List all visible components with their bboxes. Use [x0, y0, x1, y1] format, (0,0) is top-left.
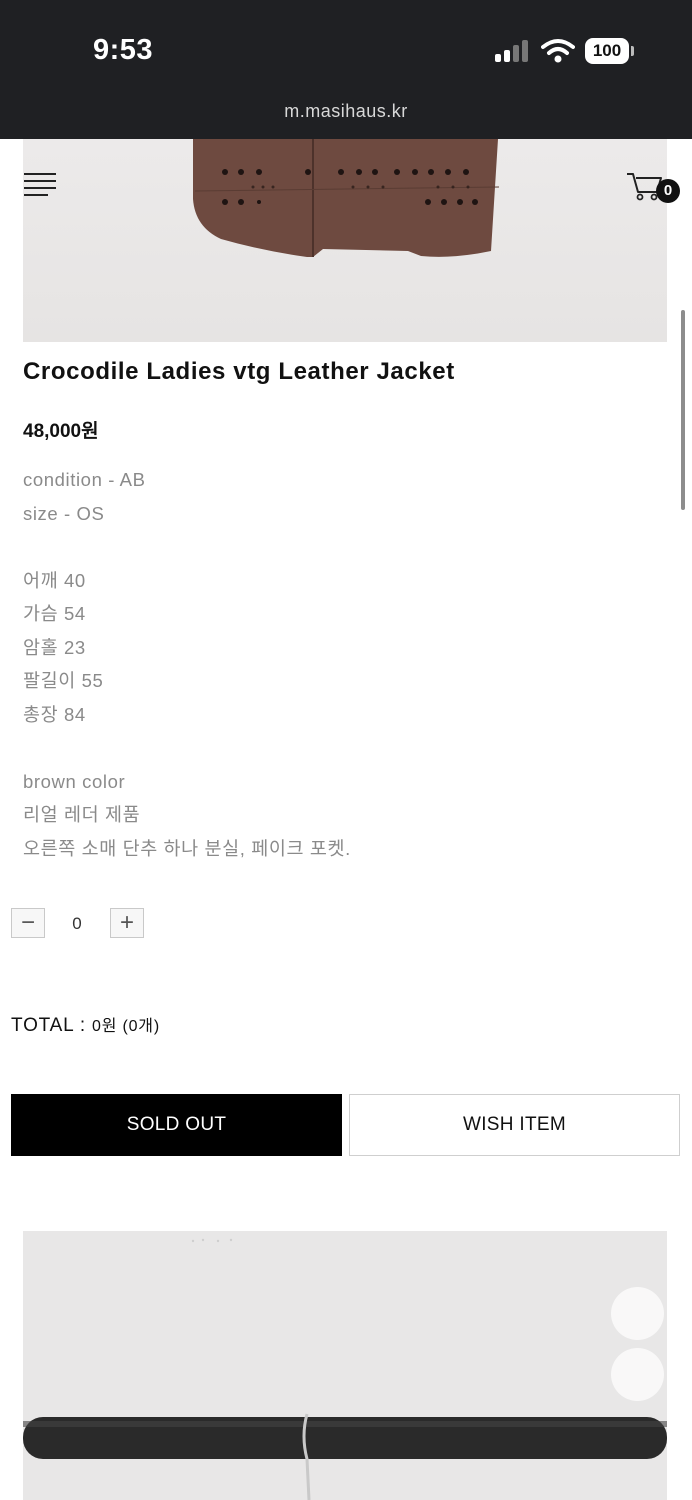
description-line: 팔길이 55 [23, 670, 104, 691]
quantity-minus-button[interactable]: − [11, 908, 45, 938]
order-total: TOTAL : 0원 (0개) [11, 1012, 160, 1037]
wifi-icon [541, 39, 575, 63]
description-line: condition - AB [23, 469, 146, 490]
description-line: size - OS [23, 502, 105, 524]
battery-tip [631, 46, 634, 56]
product-description: condition - AB size - OS 어깨 40 가슴 54 암홀 … [23, 466, 663, 868]
product-price: 48,000원 [23, 421, 99, 442]
total-amount: 0원 (0개) [92, 1018, 160, 1035]
product-title: Crocodile Ladies vtg Leather Jacket [23, 358, 455, 385]
description-line: 오른쪽 소매 단추 하나 분실, 페이크 포켓. [23, 837, 351, 859]
description-line [23, 533, 663, 567]
battery-icon: 100 [585, 38, 629, 64]
menu-hamburger-icon[interactable] [24, 171, 57, 199]
cellular-signal-icon [495, 40, 533, 62]
wish-item-button[interactable]: WISH ITEM [349, 1094, 680, 1156]
description-line: 가슴 54 [23, 603, 86, 624]
product-main-image [23, 139, 667, 342]
leather-jacket-image [193, 139, 500, 257]
scrollbar[interactable] [681, 310, 685, 510]
quantity-plus-button[interactable]: + [110, 908, 144, 938]
description-line: 총장 84 [23, 703, 86, 725]
cart-count-badge: 0 [656, 179, 680, 203]
product-detail-image [23, 1231, 667, 1500]
sold-out-button[interactable]: SOLD OUT [11, 1094, 342, 1156]
description-line: 어깨 40 [23, 569, 86, 591]
quantity-value[interactable]: 0 [66, 914, 88, 934]
browser-chrome: 9:53 100 m.masihaus.kr [0, 0, 692, 139]
floating-action-button[interactable] [611, 1348, 664, 1401]
address-bar[interactable]: m.masihaus.kr [0, 101, 692, 122]
status-time: 9:53 [93, 34, 154, 66]
total-label: TOTAL : [11, 1015, 93, 1036]
description-line: 암홀 23 [23, 636, 86, 658]
description-line: 리얼 레더 제품 [23, 804, 141, 825]
description-line [23, 734, 663, 768]
floating-action-button[interactable] [611, 1287, 664, 1340]
clothes-rack-image [23, 1238, 667, 1500]
description-line: brown color [23, 770, 126, 792]
